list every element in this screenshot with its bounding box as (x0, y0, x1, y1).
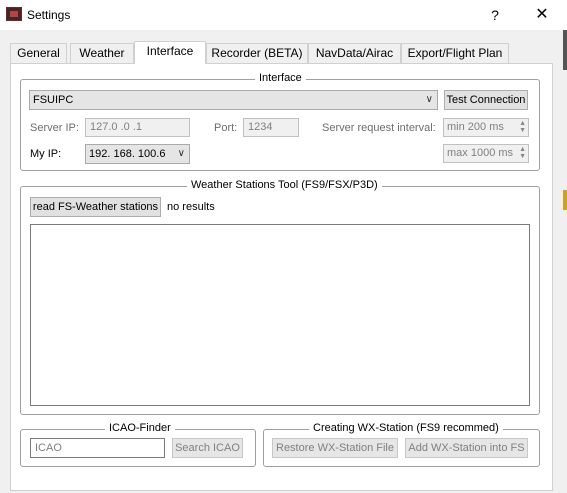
weather-stations-list[interactable] (30, 224, 530, 406)
max-interval-value: max 1000 ms (447, 147, 514, 159)
port-field[interactable]: 1234 (243, 118, 299, 137)
tab-general[interactable]: General (10, 43, 67, 63)
spin-arrows-icon[interactable]: ▲ ▼ (519, 120, 526, 134)
add-wx-station-button[interactable]: Add WX-Station into FS (405, 438, 528, 458)
test-connection-button[interactable]: Test Connection (444, 90, 528, 110)
interface-type-value: FSUIPC (33, 94, 74, 106)
icao-input[interactable]: ICAO (30, 438, 165, 458)
weather-stations-group-title: Weather Stations Tool (FS9/FSX/P3D) (187, 179, 382, 191)
weather-results-text: no results (167, 201, 215, 213)
wx-station-group-title: Creating WX-Station (FS9 recommed) (309, 422, 503, 434)
tab-navdata[interactable]: NavData/Airac (308, 43, 401, 63)
port-label: Port: (214, 122, 238, 134)
max-interval-spinbox[interactable]: max 1000 ms ▲ ▼ (443, 144, 529, 163)
min-interval-spinbox[interactable]: min 200 ms ▲ ▼ (443, 118, 529, 137)
close-button[interactable]: ✕ (527, 4, 557, 26)
my-ip-select[interactable]: 192. 168. 100.6 ∨ (85, 144, 190, 164)
tab-weather[interactable]: Weather (70, 43, 134, 63)
read-weather-stations-button[interactable]: read FS-Weather stations (30, 197, 161, 217)
background-window-edge-accent (563, 190, 567, 210)
background-window-edge (563, 30, 567, 70)
help-button[interactable]: ? (480, 4, 510, 26)
my-ip-label: My IP: (30, 148, 62, 160)
window-title: Settings (27, 8, 71, 22)
server-ip-field[interactable]: 127.0 .0 .1 (85, 118, 190, 137)
tab-interface[interactable]: Interface (134, 41, 206, 64)
my-ip-value: 192. 168. 100.6 (89, 148, 166, 160)
server-ip-label: Server IP: (30, 122, 79, 134)
interface-group-title: Interface (255, 72, 306, 84)
restore-wx-station-button[interactable]: Restore WX-Station File (272, 438, 398, 458)
search-icao-button[interactable]: Search ICAO (172, 438, 243, 458)
chevron-down-icon: ∨ (425, 94, 433, 105)
spin-arrows-icon[interactable]: ▲ ▼ (519, 146, 526, 160)
chevron-down-icon: ∨ (177, 148, 185, 159)
tab-export[interactable]: Export/Flight Plan (401, 43, 509, 63)
icao-finder-group-title: ICAO-Finder (105, 422, 175, 434)
min-interval-value: min 200 ms (447, 121, 504, 133)
tab-recorder[interactable]: Recorder (BETA) (206, 43, 308, 63)
interface-type-select[interactable]: FSUIPC ∨ (29, 90, 438, 110)
title-bar: Settings ? ✕ (0, 0, 567, 30)
app-icon (6, 7, 22, 21)
server-request-interval-label: Server request interval: (322, 122, 436, 134)
